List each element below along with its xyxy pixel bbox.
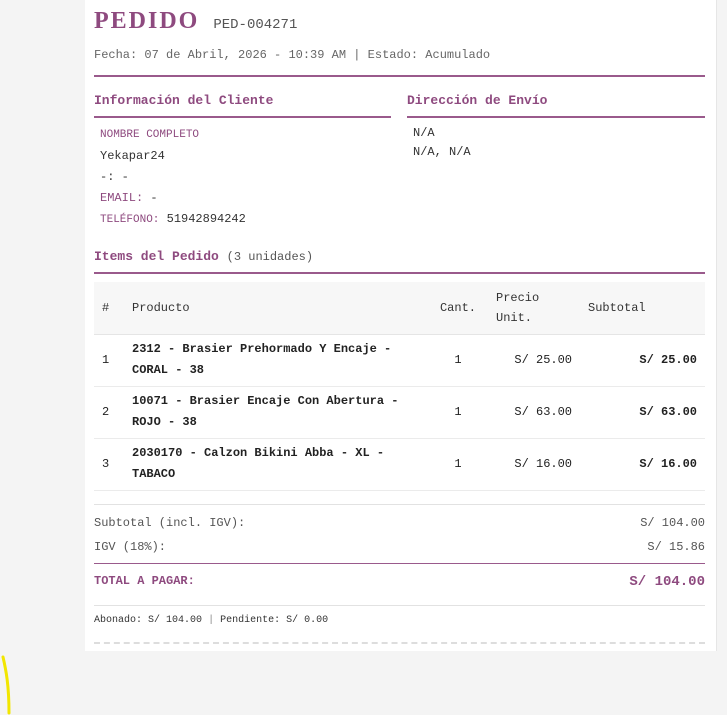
shipping-line1: N/A [413, 126, 435, 140]
client-fullname: Yekapar24 [100, 149, 165, 163]
total-rule [94, 563, 705, 564]
pending-value: S/ 0.00 [286, 615, 329, 626]
items-table: # Producto Cant. Precio Unit. Subtotal 1 … [94, 282, 705, 491]
col-qty: Cant. [428, 282, 488, 335]
payment-summary: Abonado: S/ 104.00 | Pendiente: S/ 0.00 [94, 615, 328, 626]
items-heading-row: Items del Pedido (3 unidades) [94, 249, 313, 264]
shipping-line2: N/A, N/A [413, 145, 471, 159]
payment-divider [94, 605, 705, 606]
order-header: PEDIDO PED-004271 [94, 8, 705, 38]
paid-value: S/ 104.00 [148, 615, 203, 626]
row-num: 1 [94, 334, 124, 387]
shipping-rule [407, 116, 705, 118]
cut-line [94, 642, 705, 644]
col-subtotal: Subtotal [580, 282, 705, 335]
row-num: 3 [94, 438, 124, 491]
highlighter-stroke-icon [1, 655, 11, 715]
table-row: 3 2030170 - Calzon Bikini Abba - XL - TAB… [94, 438, 705, 491]
fullname-label: NOMBRE COMPLETO [100, 129, 200, 141]
row-num: 2 [94, 386, 124, 439]
order-date: 07 de Abril, 2026 - 10:39 AM [144, 48, 347, 62]
row-subtotal: S/ 16.00 [580, 438, 705, 491]
row-subtotal: S/ 25.00 [580, 334, 705, 387]
order-meta: Fecha: 07 de Abril, 2026 - 10:39 AM | Es… [94, 48, 705, 62]
row-qty: 1 [428, 386, 488, 439]
row-qty: 1 [428, 438, 488, 491]
email-label: EMAIL: [100, 191, 144, 205]
total-label: TOTAL A PAGAR: [94, 574, 195, 588]
col-product: Producto [124, 282, 428, 335]
status-label: Estado: [367, 48, 419, 62]
doc-label: -: [100, 170, 115, 184]
row-subtotal: S/ 63.00 [580, 386, 705, 439]
client-rule [94, 116, 391, 118]
pending-label: Pendiente: [220, 615, 281, 626]
total-value: S/ 104.00 [629, 574, 705, 590]
order-document: PEDIDO PED-004271 Fecha: 07 de Abril, 20… [85, 0, 716, 651]
row-price: S/ 16.00 [488, 438, 580, 491]
doc-value: - [121, 170, 129, 184]
row-price: S/ 63.00 [488, 386, 580, 439]
items-rule [94, 272, 705, 274]
shipping-address: N/A N/A, N/A [413, 124, 471, 162]
order-status: Acumulado [425, 48, 491, 62]
col-num: # [94, 282, 124, 335]
row-product: 10071 - Brasier Encaje Con Abertura - ROJ… [124, 386, 428, 439]
subtotal-line: Subtotal (incl. IGV): S/ 104.00 [94, 516, 705, 530]
row-product: 2312 - Brasier Prehormado Y Encaje - CORA… [124, 334, 428, 387]
client-heading: Información del Cliente [94, 93, 274, 108]
phone-value: 51942894242 [166, 212, 246, 226]
shipping-heading: Dirección de Envío [407, 93, 548, 108]
order-code: PED-004271 [213, 17, 298, 33]
order-title: PEDIDO [94, 8, 200, 34]
col-price: Precio Unit. [488, 282, 580, 335]
table-row: 2 10071 - Brasier Encaje Con Abertura -R… [94, 386, 705, 439]
paid-label: Abonado: [94, 615, 143, 626]
items-count: (3 unidades) [226, 250, 314, 264]
igv-line: IGV (18%): S/ 15.86 [94, 540, 705, 554]
items-heading: Items del Pedido [94, 249, 219, 264]
client-info: NOMBRE COMPLETO Yekapar24 -: - EMAIL: - … [100, 124, 246, 231]
table-row: 1 2312 - Brasier Prehormado Y Encaje - CO… [94, 334, 705, 387]
items-header-row: # Producto Cant. Precio Unit. Subtotal [94, 282, 705, 335]
igv-value: S/ 15.86 [647, 540, 705, 554]
payment-separator: | [208, 615, 215, 626]
grand-total: TOTAL A PAGAR: S/ 104.00 [94, 574, 705, 590]
phone-label: TELÉFONO: [100, 214, 160, 226]
meta-separator: | [353, 48, 361, 62]
row-product: 2030170 - Calzon Bikini Abba - XL - TABAC… [124, 438, 428, 491]
row-qty: 1 [428, 334, 488, 387]
header-rule [94, 75, 705, 77]
row-price: S/ 25.00 [488, 334, 580, 387]
email-value: - [150, 191, 158, 205]
igv-label: IGV (18%): [94, 540, 167, 554]
totals-divider [94, 504, 705, 505]
subtotal-value: S/ 104.00 [640, 516, 705, 530]
date-label: Fecha: [94, 48, 138, 62]
subtotal-label: Subtotal (incl. IGV): [94, 516, 246, 530]
